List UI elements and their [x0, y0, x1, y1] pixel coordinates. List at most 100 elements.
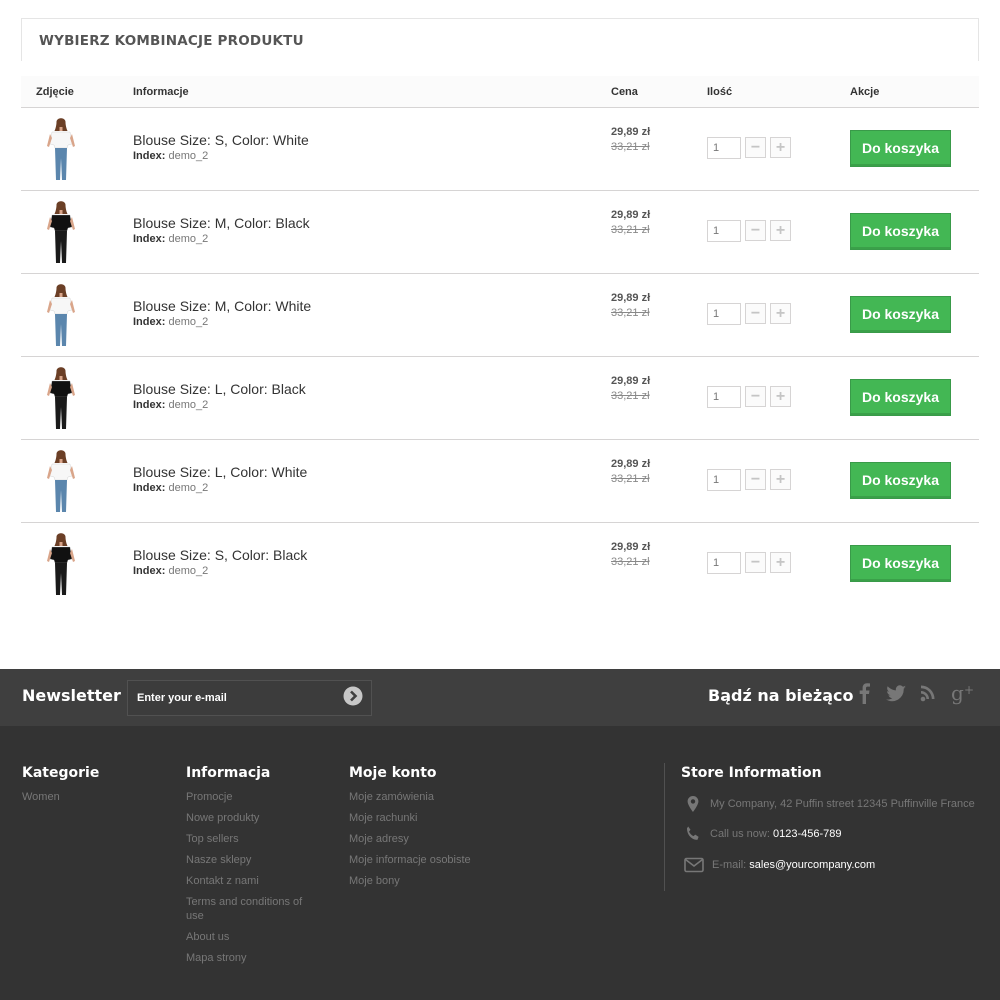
product-old-price: 33,21 zł [611, 141, 650, 153]
newsletter-title: Newsletter [22, 686, 121, 705]
quantity-increase-button[interactable]: + [770, 137, 791, 158]
footer-link[interactable]: Moje bony [349, 874, 471, 888]
product-price: 29,89 zł [611, 209, 651, 221]
product-thumbnail[interactable] [36, 365, 86, 431]
quantity-decrease-button[interactable]: − [745, 303, 766, 324]
footer-link[interactable]: Moje rachunki [349, 811, 471, 825]
product-price: 29,89 zł [611, 541, 651, 553]
envelope-icon [684, 857, 704, 873]
product-thumbnail[interactable] [36, 448, 86, 514]
add-to-cart-button[interactable]: Do koszyka [850, 296, 951, 333]
footer-link[interactable]: Moje adresy [349, 832, 471, 846]
column-header-price: Cena [611, 86, 638, 98]
product-index: Index: demo_2 [133, 150, 309, 162]
product-name: Blouse Size: L, Color: Black [133, 381, 306, 397]
footer-divider [664, 763, 665, 891]
footer-account: Moje konto Moje zamówienia Moje rachunki… [349, 765, 471, 895]
table-row: Blouse Size: M, Color: White Index: demo… [21, 274, 979, 357]
product-name: Blouse Size: M, Color: Black [133, 215, 310, 231]
add-to-cart-button[interactable]: Do koszyka [850, 130, 951, 167]
footer-link[interactable]: Nasze sklepy [186, 853, 321, 867]
product-index-label: Index: [133, 233, 166, 245]
quantity-increase-button[interactable]: + [770, 303, 791, 324]
product-index-value: demo_2 [168, 150, 209, 162]
footer-account-title: Moje konto [349, 765, 437, 781]
add-to-cart-button[interactable]: Do koszyka [850, 462, 951, 499]
store-email-label: E-mail: [712, 859, 747, 871]
quantity-input[interactable]: 1 [707, 137, 741, 159]
table-row: Blouse Size: M, Color: Black Index: demo… [21, 191, 979, 274]
newsletter-submit-button[interactable] [343, 686, 363, 706]
newsletter-email-input[interactable]: Enter your e-mail [127, 680, 372, 716]
footer-link[interactable]: Moje zamówienia [349, 790, 471, 804]
quantity-input[interactable]: 1 [707, 469, 741, 491]
quantity-decrease-button[interactable]: − [745, 137, 766, 158]
store-address: My Company, 42 Puffin street 12345 Puffi… [684, 795, 975, 813]
footer-link[interactable]: Top sellers [186, 832, 321, 846]
store-address-text: My Company, 42 Puffin street 12345 Puffi… [710, 798, 975, 810]
store-email: E-mail: sales@yourcompany.com [684, 856, 875, 874]
quantity-increase-button[interactable]: + [770, 220, 791, 241]
footer-link[interactable]: Promocje [186, 790, 321, 804]
product-thumbnail[interactable] [36, 531, 86, 597]
product-index: Index: demo_2 [133, 482, 307, 494]
svg-text:g: g [951, 681, 964, 705]
footer-link[interactable]: Mapa strony [186, 951, 321, 965]
add-to-cart-button[interactable]: Do koszyka [850, 379, 951, 416]
google-plus-icon[interactable]: g + [950, 681, 976, 705]
footer-link[interactable]: Terms and conditions of use [186, 895, 321, 923]
footer-link[interactable]: Women [22, 790, 99, 804]
add-to-cart-button[interactable]: Do koszyka [850, 545, 951, 582]
footer: Kategorie Women Informacja Promocje Nowe… [0, 726, 1000, 1000]
quantity-increase-button[interactable]: + [770, 552, 791, 573]
quantity-input[interactable]: 1 [707, 303, 741, 325]
quantity-increase-button[interactable]: + [770, 386, 791, 407]
product-old-price: 33,21 zł [611, 473, 650, 485]
footer-link[interactable]: Moje informacje osobiste [349, 853, 471, 867]
product-thumbnail[interactable] [36, 116, 86, 182]
quantity-decrease-button[interactable]: − [745, 552, 766, 573]
add-to-cart-button[interactable]: Do koszyka [850, 213, 951, 250]
store-phone-label: Call us now: [710, 828, 770, 840]
product-price: 29,89 zł [611, 458, 651, 470]
footer-link[interactable]: About us [186, 930, 321, 944]
product-index-value: demo_2 [168, 233, 209, 245]
table-row: Blouse Size: S, Color: Black Index: demo… [21, 523, 979, 606]
product-index-label: Index: [133, 565, 166, 577]
quantity-input[interactable]: 1 [707, 220, 741, 242]
footer-categories: Kategorie Women [22, 765, 99, 811]
store-phone: Call us now: 0123-456-789 [684, 825, 842, 843]
social-title: Bądź na bieżąco [708, 686, 854, 705]
product-index-label: Index: [133, 316, 166, 328]
footer-categories-title: Kategorie [22, 765, 100, 781]
store-email-link[interactable]: sales@yourcompany.com [749, 859, 875, 871]
quantity-decrease-button[interactable]: − [745, 469, 766, 490]
store-phone-number[interactable]: 0123-456-789 [773, 828, 842, 840]
map-marker-icon [687, 796, 699, 812]
table-row: Blouse Size: L, Color: Black Index: demo… [21, 357, 979, 440]
footer-link[interactable]: Nowe produkty [186, 811, 321, 825]
product-index: Index: demo_2 [133, 399, 306, 411]
product-price: 29,89 zł [611, 375, 651, 387]
rss-icon[interactable] [919, 681, 939, 705]
product-thumbnail[interactable] [36, 282, 86, 348]
footer-link[interactable]: Kontakt z nami [186, 874, 321, 888]
quantity-decrease-button[interactable]: − [745, 386, 766, 407]
twitter-icon[interactable] [885, 681, 907, 705]
quantity-input[interactable]: 1 [707, 552, 741, 574]
facebook-icon[interactable] [857, 681, 871, 705]
quantity-input[interactable]: 1 [707, 386, 741, 408]
product-thumbnail[interactable] [36, 199, 86, 265]
table-row: Blouse Size: L, Color: White Index: demo… [21, 440, 979, 523]
phone-icon [686, 826, 699, 840]
product-index-label: Index: [133, 150, 166, 162]
product-price: 29,89 zł [611, 292, 651, 304]
product-name: Blouse Size: L, Color: White [133, 464, 308, 480]
quantity-increase-button[interactable]: + [770, 469, 791, 490]
table-row: Blouse Size: S, Color: White Index: demo… [21, 108, 979, 191]
column-header-qty: Ilość [707, 86, 733, 98]
quantity-decrease-button[interactable]: − [745, 220, 766, 241]
product-old-price: 33,21 zł [611, 390, 650, 402]
column-header-info: Informacje [133, 86, 189, 98]
column-header-photo: Zdjęcie [36, 86, 74, 98]
